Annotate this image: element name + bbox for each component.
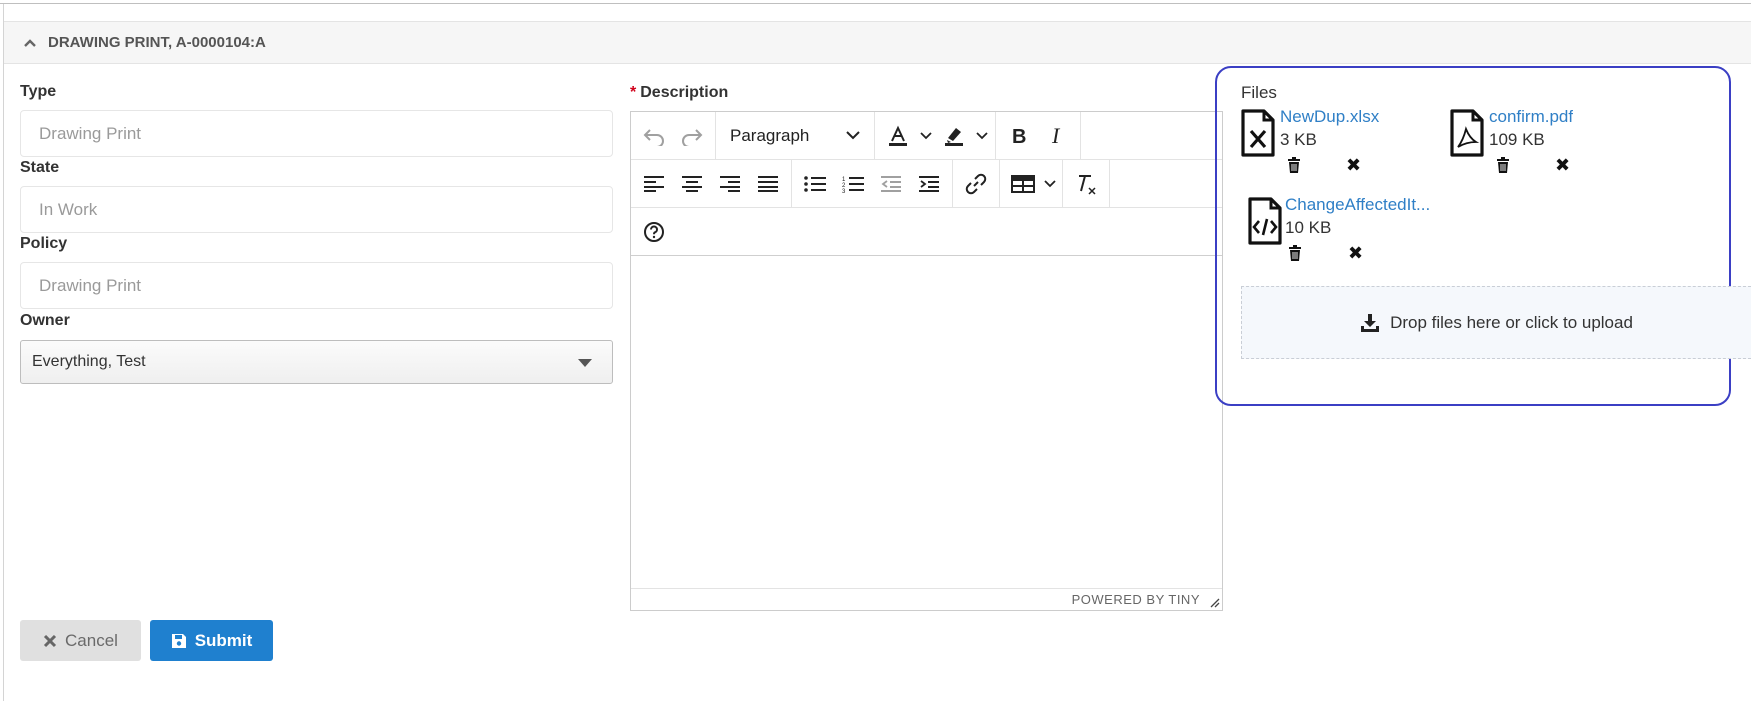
submit-button[interactable]: Submit	[150, 620, 273, 661]
clear-formatting-icon[interactable]	[1067, 166, 1105, 202]
highlight-dropdown-icon[interactable]	[973, 118, 991, 154]
cancel-button[interactable]: Cancel	[20, 620, 141, 661]
state-field: In Work	[20, 186, 613, 233]
remove-icon[interactable]: ✖	[1555, 156, 1571, 174]
file-link[interactable]: confirm.pdf	[1489, 107, 1573, 127]
file-dropzone[interactable]: Drop files here or click to upload	[1241, 286, 1751, 359]
trash-icon[interactable]	[1288, 245, 1302, 261]
align-left-icon[interactable]	[635, 166, 673, 202]
bold-icon[interactable]: B	[1000, 118, 1038, 154]
paragraph-format-select[interactable]: Paragraph	[720, 118, 870, 154]
align-justify-icon[interactable]	[749, 166, 787, 202]
submit-label: Submit	[194, 630, 253, 650]
state-value: In Work	[39, 199, 98, 219]
text-color-dropdown-icon[interactable]	[917, 118, 935, 154]
italic-icon[interactable]: I	[1038, 118, 1076, 154]
section-header[interactable]: DRAWING PRINT, A-0000104:A	[4, 21, 1751, 64]
text-color-icon[interactable]	[879, 118, 917, 154]
remove-icon[interactable]: ✖	[1348, 244, 1364, 262]
editor-toolbar-row-1: Paragraph B I	[631, 112, 1222, 160]
powered-by-text[interactable]: POWERED BY TINY	[1072, 592, 1200, 607]
editor-toolbar-row-2: 123	[631, 160, 1222, 208]
dropzone-label: Drop files here or click to upload	[1390, 312, 1633, 332]
rich-text-editor: Paragraph B I 1 2 3 POWERED BY TINY	[630, 111, 1223, 611]
file-link[interactable]: NewDup.xlsx	[1280, 107, 1379, 127]
policy-value: Drawing Print	[39, 275, 142, 295]
excel-file-icon	[1241, 109, 1275, 157]
owner-label: Owner	[20, 312, 70, 329]
align-center-icon[interactable]	[673, 166, 711, 202]
history-group	[631, 112, 716, 159]
window-top-edge	[0, 0, 1751, 4]
pdf-file-icon	[1450, 109, 1484, 157]
format-select-value: Paragraph	[730, 125, 810, 145]
code-file-icon	[1248, 197, 1282, 245]
color-group	[875, 112, 996, 159]
link-icon[interactable]	[957, 166, 995, 202]
table-dropdown-icon[interactable]	[1042, 166, 1058, 202]
type-value: Drawing Print	[39, 123, 142, 143]
numbered-list-icon[interactable]: 123	[834, 166, 872, 202]
table-icon[interactable]	[1004, 166, 1042, 202]
editor-toolbar-row-3	[631, 208, 1222, 256]
file-size: 109 KB	[1489, 130, 1545, 149]
trash-icon[interactable]	[1496, 157, 1510, 173]
state-label: State	[20, 159, 60, 176]
cancel-label: Cancel	[65, 630, 118, 650]
files-title: Files	[1241, 83, 1277, 102]
alignment-group	[631, 160, 792, 207]
redo-icon[interactable]	[673, 118, 711, 154]
caret-down-icon	[578, 359, 592, 367]
chevron-up-icon[interactable]	[22, 35, 38, 51]
close-icon	[43, 634, 57, 648]
resize-handle-icon[interactable]	[1208, 596, 1220, 608]
inline-format-group: B I	[996, 112, 1081, 159]
svg-text:3: 3	[842, 189, 846, 193]
section-title: DRAWING PRINT, A-0000104:A	[48, 34, 266, 51]
file-size: 10 KB	[1285, 218, 1332, 237]
block-format-group: Paragraph	[716, 112, 875, 159]
file-item: ChangeAffectedIt... 10 KB ✖	[1247, 195, 1447, 275]
table-group	[1000, 160, 1063, 207]
svg-text:B: B	[1012, 126, 1026, 146]
save-icon	[171, 633, 187, 649]
bullet-list-icon[interactable]	[796, 166, 834, 202]
undo-icon[interactable]	[635, 118, 673, 154]
file-size: 3 KB	[1280, 130, 1317, 149]
editor-status-bar: POWERED BY TINY	[631, 588, 1222, 610]
policy-field: Drawing Print	[20, 262, 613, 309]
owner-select[interactable]: Everything, Test	[20, 340, 613, 384]
owner-value: Everything, Test	[32, 353, 146, 370]
align-right-icon[interactable]	[711, 166, 749, 202]
type-field: Drawing Print	[20, 110, 613, 157]
policy-label: Policy	[20, 235, 68, 252]
required-marker: *	[630, 84, 637, 101]
type-label: Type	[20, 83, 57, 100]
link-group	[953, 160, 1000, 207]
chevron-down-icon	[846, 131, 860, 140]
clear-format-group	[1063, 160, 1110, 207]
help-group	[631, 208, 677, 255]
description-label: * Description	[630, 84, 728, 102]
indent-icon[interactable]	[910, 166, 948, 202]
svg-text:I: I	[1051, 126, 1061, 146]
outdent-icon[interactable]	[872, 166, 910, 202]
file-item: NewDup.xlsx 3 KB ✖	[1240, 107, 1440, 187]
list-group: 123	[792, 160, 953, 207]
file-link[interactable]: ChangeAffectedIt...	[1285, 195, 1430, 215]
download-icon	[1361, 313, 1380, 332]
description-label-text: Description	[640, 84, 729, 101]
left-border	[3, 4, 4, 701]
highlight-color-icon[interactable]	[935, 118, 973, 154]
trash-icon[interactable]	[1287, 157, 1301, 173]
remove-icon[interactable]: ✖	[1346, 156, 1362, 174]
editor-content-area[interactable]	[631, 258, 1222, 588]
help-icon[interactable]	[635, 214, 673, 250]
file-item: confirm.pdf 109 KB ✖	[1449, 107, 1649, 187]
